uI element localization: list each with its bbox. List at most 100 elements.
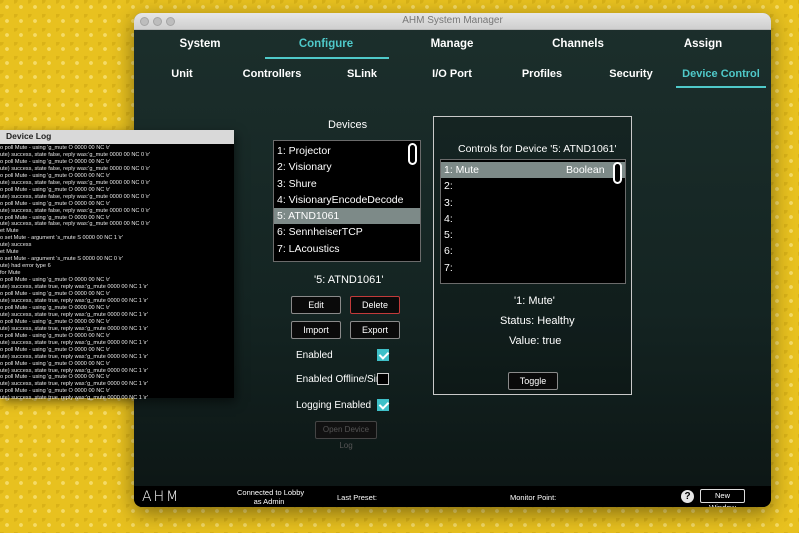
log-line: o poll Mute - using 'g_mute O 0000 00 NC… [0, 145, 111, 151]
nav-configure[interactable]: Configure [299, 38, 353, 50]
log-line: ute) success, state true, reply was:'g_m… [0, 339, 148, 346]
main-nav: System Configure Manage Channels Assign [134, 30, 771, 60]
log-line: et Mute [0, 249, 19, 256]
log-line: o poll Mute - using 'g_mute O 0000 00 NC… [0, 332, 111, 339]
log-line: o poll Mute - using 'g_mute O 0000 00 NC… [0, 158, 111, 165]
log-line: ute) success, state false, reply was:'g_… [0, 165, 151, 172]
help-icon[interactable]: ? [681, 490, 694, 503]
logging-enabled-checkbox[interactable] [377, 399, 389, 411]
devices-list[interactable]: 1: Projector 2: Visionary 3: Shure 4: Vi… [273, 140, 421, 262]
log-line: o poll Mute - using 'g_mute O 0000 00 NC… [0, 388, 111, 395]
open-device-log-button[interactable]: Open Device Log [315, 421, 377, 450]
tab-unit[interactable]: Unit [171, 68, 192, 80]
log-line: ute) success, state false, reply was:'g_… [0, 151, 151, 158]
ahm-logo: AHM [142, 489, 181, 505]
log-line: et Mute [0, 228, 19, 235]
nav-assign[interactable]: Assign [684, 38, 722, 50]
log-line: ute) success, state true, reply was:'g_m… [0, 353, 148, 360]
list-item-selected[interactable]: 5: ATND1061 [274, 208, 420, 225]
tab-active-underline [676, 86, 766, 88]
control-row[interactable]: 6: [441, 243, 625, 259]
delete-button[interactable]: Delete [350, 296, 400, 314]
log-line: o poll Mute - using 'g_mute O 0000 00 NC… [0, 186, 111, 193]
tab-io-port[interactable]: I/O Port [432, 68, 472, 80]
new-window-button[interactable]: New Window [700, 489, 745, 507]
import-button[interactable]: Import [291, 321, 341, 339]
enabled-offline-label: Enabled Offline/Sim [296, 374, 385, 385]
log-line: ute) success, state false, reply was:'g_… [0, 179, 151, 186]
tab-profiles[interactable]: Profiles [522, 68, 562, 80]
edit-button[interactable]: Edit [291, 296, 341, 314]
tab-controllers[interactable]: Controllers [243, 68, 302, 80]
connection-status: Connected to Lobby as Admin [237, 488, 305, 506]
log-line: ute) success, state false, reply was:'g_… [0, 193, 151, 200]
log-line: o poll Mute - using 'g_mute O 0000 00 NC… [0, 360, 111, 367]
control-row[interactable]: 5: [441, 227, 625, 243]
list-item[interactable]: 6: SennheiserTCP [274, 224, 420, 240]
control-status: Status: Healthy [500, 315, 575, 327]
log-line: o set Mute - argument 's_mute S 0000 00 … [0, 256, 124, 263]
log-line: o poll Mute - using 'g_mute O 0000 00 NC… [0, 318, 111, 325]
control-value: Value: true [509, 335, 562, 347]
list-item[interactable]: 2: Visionary [274, 159, 420, 175]
devices-scrollbar[interactable] [408, 143, 417, 165]
log-line: o poll Mute - using 'g_mute O 0000 00 NC… [0, 172, 111, 179]
export-button[interactable]: Export [350, 321, 400, 339]
log-line: ute) success, state true, reply was:'g_m… [0, 311, 148, 318]
device-log-window: Device Log o poll Mute - using 'g_mute O… [0, 130, 234, 401]
controls-scrollbar[interactable] [613, 162, 622, 184]
control-type: Boolean [566, 164, 605, 176]
list-item[interactable]: 3: Shure [274, 176, 420, 192]
device-log-title[interactable]: Device Log [0, 130, 234, 144]
control-row[interactable]: 3: [441, 195, 625, 211]
tab-slink[interactable]: SLink [347, 68, 377, 80]
title-bar[interactable]: AHM System Manager [134, 13, 771, 30]
enabled-offline-checkbox[interactable] [377, 373, 389, 385]
control-label: 1: Mute [444, 164, 480, 176]
tab-security[interactable]: Security [609, 68, 652, 80]
logging-enabled-label: Logging Enabled [296, 400, 372, 411]
list-item[interactable]: 4: VisionaryEncodeDecode [274, 192, 420, 208]
log-line: ute) success, state true, reply was:'g_m… [0, 395, 148, 402]
log-line: o poll Mute - using 'g_mute O 0000 00 NC… [0, 374, 111, 381]
last-preset-label: Last Preset: [337, 493, 378, 502]
status-bar: AHM Connected to Lobby as Admin Last Pre… [134, 486, 771, 507]
log-line: ute) success, state false, reply was:'g_… [0, 221, 151, 228]
devices-heading: Devices [328, 119, 368, 131]
monitor-point-label: Monitor Point: [510, 493, 557, 502]
tab-device-control[interactable]: Device Control [682, 68, 760, 80]
enabled-label: Enabled [296, 350, 333, 361]
control-row[interactable]: 2: [441, 178, 625, 194]
list-item[interactable]: 7: LAcoustics [274, 241, 420, 257]
toggle-button[interactable]: Toggle [508, 372, 558, 390]
log-line: ute) success, state true, reply was:'g_m… [0, 284, 148, 291]
controls-heading: Controls for Device '5: ATND1061' [458, 143, 617, 155]
log-line: ute) success [0, 242, 32, 249]
selected-control-label: '1: Mute' [514, 295, 555, 307]
log-line: o set Mute - argument 's_mute S 0000 00 … [0, 235, 124, 242]
log-line: for Mute [0, 270, 21, 277]
window-title: AHM System Manager [402, 15, 503, 26]
device-log-lines: o poll Mute - using 'g_mute O 0000 00 NC… [0, 144, 234, 402]
log-line: o poll Mute - using 'g_mute O 0000 00 NC… [0, 214, 111, 221]
nav-active-underline [265, 57, 389, 59]
nav-channels[interactable]: Channels [552, 38, 604, 50]
control-row-selected[interactable]: 1: Mute Boolean [441, 162, 625, 179]
sub-nav: Unit Controllers SLink I/O Port Profiles… [134, 60, 771, 88]
control-row[interactable]: 4: [441, 211, 625, 227]
nav-system[interactable]: System [180, 38, 221, 50]
enabled-checkbox[interactable] [377, 349, 389, 361]
log-line: ute) had error type 6 [0, 263, 51, 270]
controls-panel: Controls for Device '5: ATND1061' 1: Mut… [433, 116, 632, 395]
log-line: o poll Mute - using 'g_mute O 0000 00 NC… [0, 304, 111, 311]
nav-manage[interactable]: Manage [431, 38, 474, 50]
log-line: ute) success, state true, reply was:'g_m… [0, 325, 148, 332]
log-line: o poll Mute - using 'g_mute O 0000 00 NC… [0, 346, 111, 353]
control-row[interactable]: 7: [441, 260, 625, 276]
list-item[interactable]: 1: Projector [274, 143, 420, 159]
selected-device-label: '5: ATND1061' [314, 274, 384, 286]
log-line: o poll Mute - using 'g_mute O 0000 00 NC… [0, 277, 111, 284]
controls-list[interactable]: 1: Mute Boolean 2: 3: 4: 5: 6: 7: [440, 159, 626, 284]
log-line: ute) success, state true, reply was:'g_m… [0, 381, 148, 388]
log-line: ute) success, state false, reply was:'g_… [0, 207, 151, 214]
